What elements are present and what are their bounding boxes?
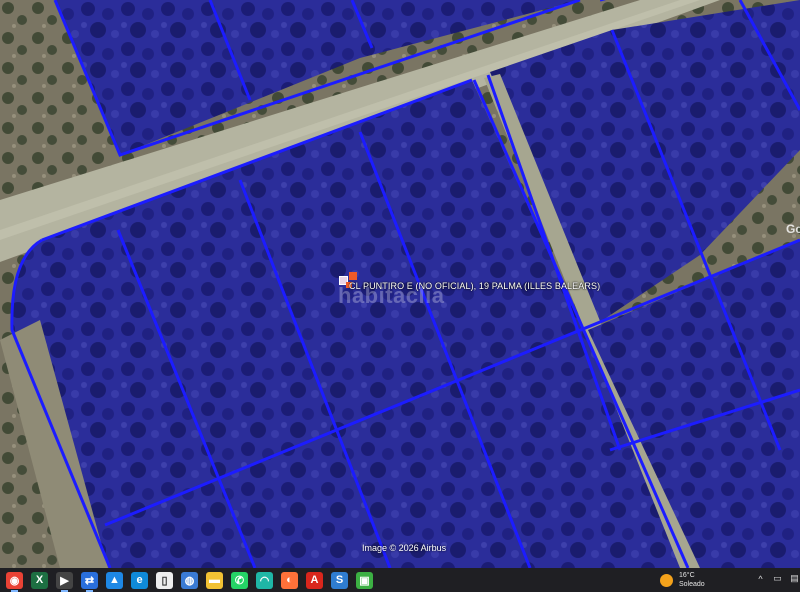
network-icon[interactable]: ▤ [788, 572, 800, 585]
display-icon[interactable]: ▭ [771, 572, 784, 585]
s-app-icon[interactable]: S [331, 571, 348, 589]
map-logo: Goo [786, 222, 800, 236]
image-attribution: Image © 2026 Airbus [362, 543, 447, 553]
video-icon[interactable]: ▶ [56, 571, 73, 592]
green-app-icon[interactable]: ▣ [356, 571, 373, 589]
file-icon[interactable]: ▯ [156, 571, 173, 589]
taskbar-apps: ◉ X ▶ ⇄ ▲ e ▯ ◍ ▬ ✆ ◠ ◐ A S ▣ [0, 571, 377, 592]
system-tray: ^ ▭ ▤ [752, 572, 800, 585]
globe-icon[interactable]: ◍ [181, 571, 198, 589]
folder-icon[interactable]: ▬ [206, 571, 223, 589]
sun-icon [660, 573, 673, 587]
excel-icon[interactable]: X [31, 571, 48, 589]
photos-icon[interactable]: ▲ [106, 571, 123, 589]
whatsapp-icon[interactable]: ✆ [231, 571, 248, 589]
chevron-up-icon[interactable]: ^ [754, 572, 767, 585]
wifi-app-icon[interactable]: ◠ [256, 571, 273, 589]
start-chrome-icon[interactable]: ◉ [6, 571, 23, 592]
teamviewer-icon[interactable]: ⇄ [81, 571, 98, 592]
weather-temperature: 16°C [679, 572, 695, 579]
address-label[interactable]: CL PUNTIRO E (NO OFICIAL), 19 PALMA (ILL… [349, 281, 600, 291]
weather-widget[interactable]: 16°C Soleado [660, 571, 705, 589]
windows-taskbar: ◉ X ▶ ⇄ ▲ e ▯ ◍ ▬ ✆ ◠ ◐ A S ▣ 16°C Soleado ^ ▭ ▤ [0, 568, 800, 592]
edge-icon[interactable]: e [131, 571, 148, 589]
satellite-map[interactable]: habitaclia CL PUNTIRO E (NO OFICIAL), 19… [0, 0, 800, 568]
weather-condition: Soleado [679, 581, 705, 588]
acrobat-icon[interactable]: A [306, 571, 323, 589]
firefox-icon[interactable]: ◐ [281, 571, 298, 589]
